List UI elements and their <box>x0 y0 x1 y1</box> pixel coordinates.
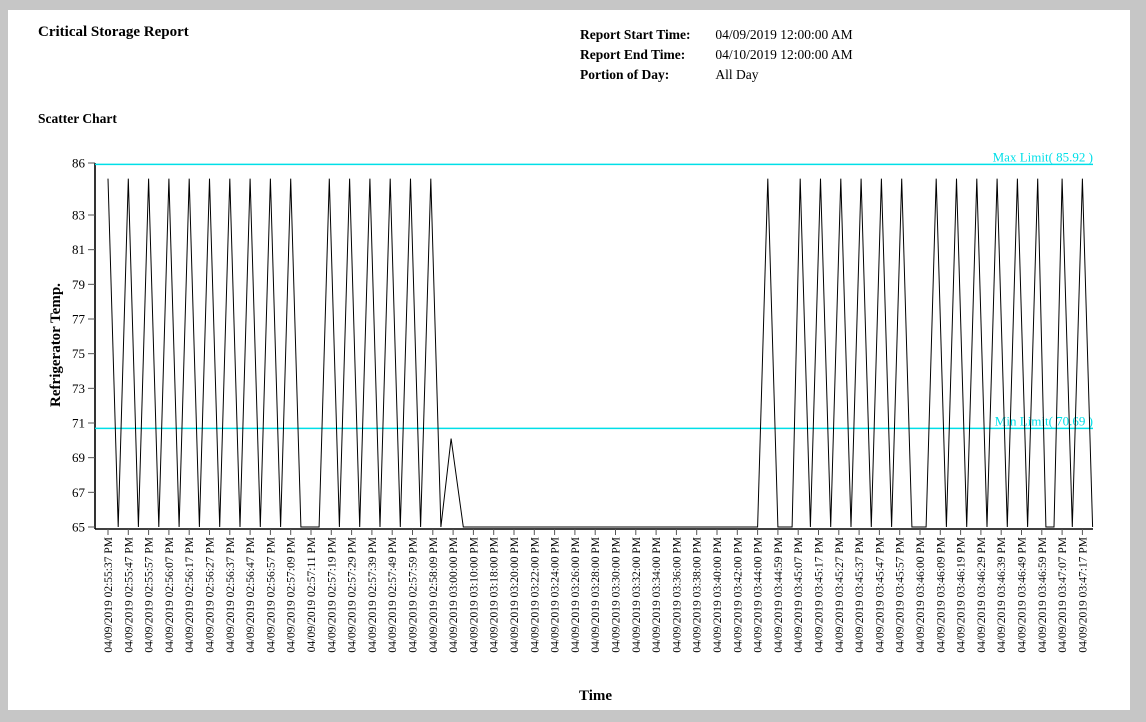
x-tick-label: 04/09/2019 03:44:59 PM <box>773 537 785 653</box>
y-tick-label: 67 <box>72 485 86 500</box>
x-tick-label: 04/09/2019 02:56:57 PM <box>265 537 277 653</box>
report-page: Critical Storage Report Report Start Tim… <box>8 10 1130 710</box>
x-tick-label: 04/09/2019 03:38:00 PM <box>692 537 704 653</box>
x-tick-label: 04/09/2019 03:42:00 PM <box>732 537 744 653</box>
y-tick-label: 71 <box>72 416 85 431</box>
y-tick-label: 73 <box>72 381 85 396</box>
x-tick-label: 04/09/2019 03:44:00 PM <box>753 537 765 653</box>
x-tick-label: 04/09/2019 03:20:00 PM <box>509 537 521 653</box>
x-tick-label: 04/09/2019 03:45:17 PM <box>814 537 826 653</box>
x-tick-label: 04/09/2019 02:56:37 PM <box>225 537 237 653</box>
x-tick-label: 04/09/2019 03:22:00 PM <box>529 537 541 653</box>
x-tick-label: 04/09/2019 03:45:27 PM <box>834 537 846 653</box>
x-tick-label: 04/09/2019 03:46:19 PM <box>956 537 968 653</box>
x-tick-label: 04/09/2019 02:56:47 PM <box>245 537 257 653</box>
x-tick-label: 04/09/2019 03:28:00 PM <box>590 537 602 653</box>
x-tick-label: 04/09/2019 03:45:07 PM <box>793 537 805 653</box>
x-tick-label: 04/09/2019 02:57:19 PM <box>326 537 338 653</box>
x-tick-label: 04/09/2019 03:47:17 PM <box>1077 537 1089 653</box>
x-tick-label: 04/09/2019 03:45:37 PM <box>854 537 866 653</box>
x-tick-label: 04/09/2019 03:45:57 PM <box>895 537 907 653</box>
y-tick-label: 77 <box>72 312 86 327</box>
x-tick-label: 04/09/2019 03:18:00 PM <box>489 537 501 653</box>
x-tick-label: 04/09/2019 03:47:07 PM <box>1057 537 1069 653</box>
temperature-series-line <box>108 179 1093 527</box>
x-tick-label: 04/09/2019 03:46:00 PM <box>915 537 927 653</box>
x-tick-label: 04/09/2019 03:46:09 PM <box>935 537 947 653</box>
y-tick-label: 69 <box>72 450 85 465</box>
y-tick-label: 83 <box>72 208 85 223</box>
max-limit-label: Max Limit( 85.92 ) <box>993 149 1093 164</box>
y-axis-title: Refrigerator Temp. <box>48 283 64 407</box>
x-tick-label: 04/09/2019 02:55:47 PM <box>123 537 135 653</box>
x-tick-label: 04/09/2019 02:57:11 PM <box>306 537 318 652</box>
y-axis-ticks: 65 67 69 71 73 75 77 79 81 83 86 <box>72 156 95 535</box>
x-tick-label: 04/09/2019 02:56:17 PM <box>184 537 196 653</box>
x-tick-label: 04/09/2019 03:46:59 PM <box>1037 537 1049 653</box>
x-tick-label: 04/09/2019 02:58:09 PM <box>428 537 440 653</box>
x-tick-label: 04/09/2019 03:46:29 PM <box>976 537 988 653</box>
x-tick-label: 04/09/2019 03:24:00 PM <box>550 537 562 653</box>
scatter-chart: 65 67 69 71 73 75 77 79 81 83 86 04/09/2019 02:55:3… <box>8 10 1130 710</box>
x-axis-ticks: 04/09/2019 02:55:37 PM 04/09/2019 02:55:4… <box>103 529 1089 653</box>
x-tick-label: 04/09/2019 02:57:39 PM <box>367 537 379 653</box>
x-tick-label: 04/09/2019 03:46:49 PM <box>1017 537 1029 653</box>
x-tick-label: 04/09/2019 03:00:00 PM <box>448 537 460 653</box>
x-axis-title: Time <box>579 688 612 704</box>
y-tick-label: 86 <box>72 156 86 171</box>
x-tick-label: 04/09/2019 03:36:00 PM <box>671 537 683 653</box>
x-tick-label: 04/09/2019 03:45:47 PM <box>874 537 886 653</box>
x-tick-label: 04/09/2019 03:34:00 PM <box>651 537 663 653</box>
x-tick-label: 04/09/2019 02:56:27 PM <box>205 537 217 653</box>
x-tick-label: 04/09/2019 02:55:57 PM <box>144 537 156 653</box>
x-tick-label: 04/09/2019 03:10:00 PM <box>468 537 480 653</box>
x-tick-label: 04/09/2019 03:32:00 PM <box>631 537 643 653</box>
x-tick-label: 04/09/2019 02:57:29 PM <box>347 537 359 653</box>
x-tick-label: 04/09/2019 03:40:00 PM <box>712 537 724 653</box>
x-tick-label: 04/09/2019 02:57:59 PM <box>408 537 420 653</box>
x-tick-label: 04/09/2019 02:55:37 PM <box>103 537 115 653</box>
y-tick-label: 81 <box>72 242 85 257</box>
x-tick-label: 04/09/2019 02:56:07 PM <box>164 537 176 653</box>
y-tick-label: 65 <box>72 520 85 535</box>
x-tick-label: 04/09/2019 03:26:00 PM <box>570 537 582 653</box>
x-tick-label: 04/09/2019 03:30:00 PM <box>611 537 623 653</box>
x-tick-label: 04/09/2019 02:57:49 PM <box>387 537 399 653</box>
x-tick-label: 04/09/2019 03:46:39 PM <box>996 537 1008 653</box>
x-tick-label: 04/09/2019 02:57:09 PM <box>286 537 298 653</box>
y-tick-label: 75 <box>72 346 85 361</box>
y-tick-label: 79 <box>72 277 85 292</box>
